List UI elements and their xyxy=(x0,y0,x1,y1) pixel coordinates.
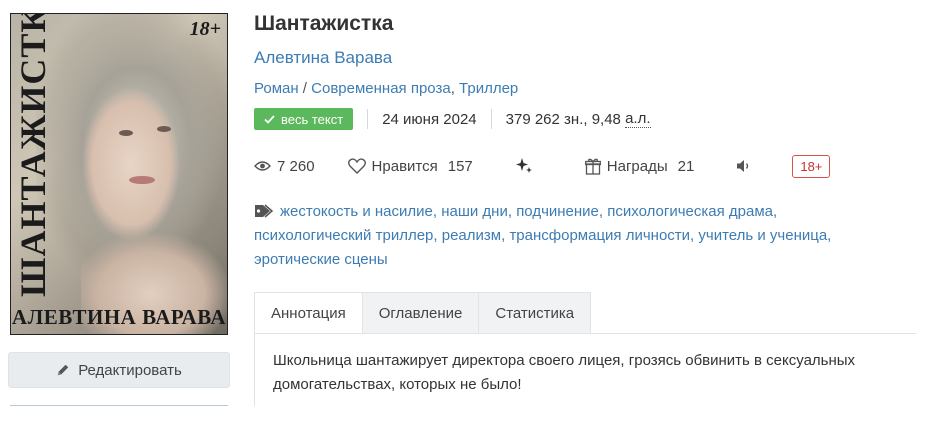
tag-link[interactable]: наши дни xyxy=(441,203,508,220)
book-cover[interactable]: ШАНТАЖИСТКА 18+ АЛЕВТИНА ВАРАВА xyxy=(10,13,228,335)
author-sheets-unit[interactable]: а.л. xyxy=(625,110,651,128)
views-count: 7 260 xyxy=(277,157,315,175)
sparkle-icon xyxy=(515,158,532,173)
genre-link-main[interactable]: Роман xyxy=(254,80,299,97)
edit-button[interactable]: Редактировать xyxy=(8,352,230,388)
separator xyxy=(490,109,492,129)
cover-author: АЛЕВТИНА ВАРАВА xyxy=(11,305,227,329)
cover-lips xyxy=(129,176,155,184)
age-rating-badge: 18+ xyxy=(792,154,831,178)
tag-link[interactable]: трансформация личности xyxy=(509,227,690,244)
check-icon xyxy=(264,114,275,124)
tag-link[interactable]: эротические сцены xyxy=(254,251,388,268)
tags-list: жестокость и насилие, наши дни, подчинен… xyxy=(254,203,832,268)
likes-label: Нравится xyxy=(371,157,438,175)
speaker-icon xyxy=(737,160,749,172)
full-text-badge: весь текст xyxy=(254,108,354,130)
eye-icon xyxy=(254,161,271,171)
genres: Роман / Современная проза, Триллер xyxy=(254,80,519,97)
genre-link-sub[interactable]: Современная проза xyxy=(311,80,451,97)
cover-age-mark: 18+ xyxy=(189,18,221,40)
tab-statistics[interactable]: Статистика xyxy=(479,292,592,334)
awards-label: Награды xyxy=(606,157,668,175)
cover-eye xyxy=(119,130,133,136)
views-stat: 7 260 xyxy=(254,158,315,175)
gift-icon xyxy=(584,158,601,175)
full-text-badge-label: весь текст xyxy=(281,111,344,127)
tab-annotation[interactable]: Аннотация xyxy=(254,292,363,334)
publish-date: 24 июня 2024 xyxy=(382,110,477,128)
likes-count: 157 xyxy=(447,157,473,175)
tag-link[interactable]: психологическая драма xyxy=(607,203,773,220)
left-divider xyxy=(10,405,228,406)
annotation-text: Школьница шантажирует директора своего л… xyxy=(273,352,856,393)
char-count: 379 262 зн., 9,48 xyxy=(505,110,621,128)
pencil-icon xyxy=(57,364,69,376)
awards-count: 21 xyxy=(677,157,695,175)
tag-link[interactable]: реализм xyxy=(442,227,501,244)
cover-eye xyxy=(157,126,171,132)
author-link[interactable]: Алевтина Варава xyxy=(254,48,392,68)
edit-button-label: Редактировать xyxy=(78,361,182,379)
book-title: Шантажистка xyxy=(254,12,394,35)
stats-row: 7 260 Нравится 157 Награды 21 18+ xyxy=(254,154,831,178)
tabs: Аннотация Оглавление Статистика xyxy=(254,292,592,334)
sparkle-button[interactable] xyxy=(515,157,533,175)
tab-contents[interactable]: Оглавление xyxy=(362,292,480,334)
separator xyxy=(367,109,369,129)
meta-row: весь текст 24 июня 2024 379 262 зн., 9,4… xyxy=(254,107,651,131)
audio-button[interactable] xyxy=(736,159,754,173)
like-button[interactable]: Нравится 157 xyxy=(347,157,473,175)
genre-link-extra[interactable]: Триллер xyxy=(459,80,518,97)
tag-link[interactable]: жестокость и насилие xyxy=(280,203,433,220)
awards-button[interactable]: Награды 21 xyxy=(584,157,695,175)
tag-link[interactable]: психологический триллер xyxy=(254,227,433,244)
tag-link[interactable]: учитель и ученица xyxy=(698,227,827,244)
tags-icon xyxy=(255,204,274,218)
cover-title: ШАНТАЖИСТКА xyxy=(13,13,53,297)
tag-link[interactable]: подчинение xyxy=(516,203,599,220)
heart-icon xyxy=(347,158,366,174)
